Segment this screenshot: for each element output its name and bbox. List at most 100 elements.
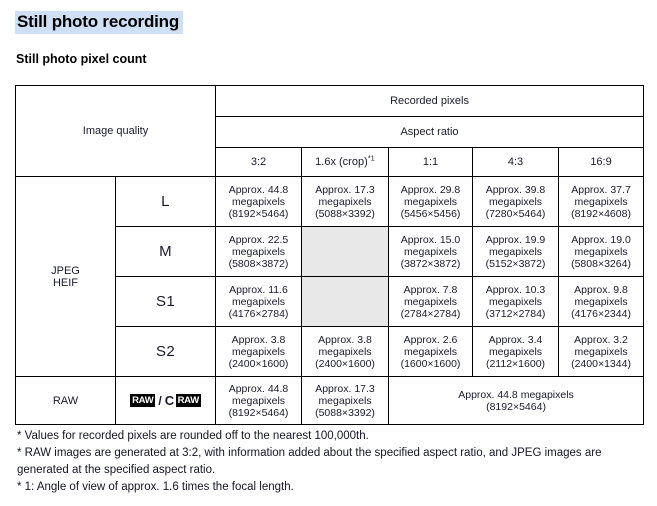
- mp-unit: megapixels: [318, 345, 372, 358]
- cell-m-4-3: Approx. 19.9 megapixels (5152×3872): [472, 226, 559, 277]
- mp-unit: megapixels: [403, 195, 458, 208]
- ratio-label: 4:3: [507, 156, 524, 168]
- header-ratio-1-6x-crop: 1.6x (crop)*1: [301, 147, 389, 177]
- mp-value: Approx. 39.8: [485, 183, 546, 196]
- cell-s2-16-9: Approx. 3.2 megapixels (2400×1344): [557, 326, 645, 377]
- mp-value: Approx. 29.8: [400, 183, 461, 196]
- mp-value: Approx. 11.6: [229, 283, 288, 296]
- cell-s2-4-3: Approx. 3.4 megapixels (2112×1600): [472, 326, 559, 377]
- footnotes: * Values for recorded pixels are rounded…: [17, 428, 642, 496]
- mp-unit: megapixels: [231, 195, 286, 208]
- mp-value: Approx. 3.8: [318, 333, 372, 346]
- cell-m-16-9: Approx. 19.0 megapixels (5808×3264): [557, 226, 645, 277]
- mp-unit: megapixels: [231, 245, 286, 258]
- mp-dims: (2400×1600): [315, 357, 375, 370]
- cell-l-3-2: Approx. 44.8 megapixels (8192×5464): [215, 176, 302, 227]
- cell-l-1-6x: Approx. 17.3 megapixels (5088×3392): [301, 176, 389, 227]
- cell-l-4-3: Approx. 39.8 megapixels (7280×5464): [472, 176, 559, 227]
- mp-value: Approx. 37.7: [571, 183, 631, 196]
- ratio-label: 16:9: [590, 156, 612, 168]
- cell-m-3-2: Approx. 22.5 megapixels (5808×3872): [215, 226, 302, 277]
- cell-l-16-9: Approx. 37.7 megapixels (8192×4608): [557, 176, 645, 227]
- mp-unit: megapixels: [574, 345, 628, 358]
- mp-unit: megapixels: [488, 295, 543, 308]
- footnote-marker: *1: [367, 153, 375, 163]
- ratio-label: 1.6x (crop): [315, 156, 368, 168]
- mp-value: Approx. 17.3: [315, 382, 375, 395]
- ratio-label: 3:2: [250, 156, 267, 168]
- table-row-raw: RAW RAW / C RAW Approx. 44.8 megapixels …: [15, 376, 645, 425]
- size-label-m: M: [115, 226, 216, 277]
- mp-dims: (2784×2784): [400, 307, 461, 320]
- mp-dims: (8192×5464): [228, 406, 289, 419]
- mp-unit: megapixels: [574, 245, 628, 258]
- mp-value: Approx. 19.9: [485, 233, 546, 246]
- craw-icon: RAW: [175, 394, 201, 407]
- header-ratio-1-1: 1:1: [388, 147, 473, 177]
- group-label-jpeg-heif: JPEG HEIF: [15, 176, 116, 377]
- mp-value: Approx. 44.8: [228, 183, 289, 196]
- cell-s1-4-3: Approx. 10.3 megapixels (3712×2784): [472, 276, 559, 327]
- size-label-s2: S2: [115, 326, 216, 377]
- mp-unit: megapixels: [488, 195, 543, 208]
- cell-raw-merged: Approx. 44.8 megapixels (8192×5464): [387, 376, 645, 425]
- header-ratio-16-9: 16:9: [557, 147, 645, 177]
- mp-value: Approx. 3.8: [231, 333, 286, 346]
- mp-value: Approx. 2.6: [403, 333, 458, 346]
- mp-dims: (5088×3392): [315, 207, 375, 220]
- cell-s1-1-1: Approx. 7.8 megapixels (2784×2784): [388, 276, 473, 327]
- ratio-label: 1:1: [422, 156, 439, 168]
- mp-dims: (2400×1600): [228, 357, 289, 370]
- group-label-line-1: JPEG: [51, 264, 80, 277]
- mp-dims: (3872×3872): [400, 257, 461, 270]
- cell-s1-3-2: Approx. 11.6 megapixels (4176×2784): [215, 276, 302, 327]
- mp-unit: megapixels: [231, 295, 286, 308]
- mp-value: Approx. 44.8: [228, 382, 289, 395]
- craw-c-letter: C: [164, 393, 174, 408]
- mp-unit: megapixels: [231, 345, 286, 358]
- mp-unit: megapixels: [403, 295, 458, 308]
- mp-dims: (5808×3264): [571, 257, 631, 270]
- mp-unit: megapixels: [574, 295, 628, 308]
- group-label-line-2: HEIF: [52, 276, 79, 289]
- mp-dims: (4176×2344): [571, 307, 631, 320]
- mp-value: Approx. 15.0: [400, 233, 461, 246]
- cell-raw-1-6x: Approx. 17.3 megapixels (5088×3392): [301, 376, 389, 425]
- mp-dims: (4176×2784): [228, 307, 289, 320]
- mp-value: Approx. 19.0: [571, 233, 631, 246]
- mp-dims: (5456×5456): [400, 207, 461, 220]
- raw-icon: RAW: [130, 394, 156, 407]
- mp-dims: (1600×1600): [400, 357, 461, 370]
- mp-unit: megapixels: [318, 195, 372, 208]
- mp-dims: (8192×4608): [571, 207, 631, 220]
- table-header-row-recorded: Image quality Recorded pixels: [15, 85, 645, 177]
- cell-l-1-1: Approx. 29.8 megapixels (5456×5456): [388, 176, 473, 227]
- table-row-jpeg-l: JPEG HEIF L Approx. 44.8 megapixels (819…: [15, 176, 645, 377]
- mp-unit: megapixels: [318, 394, 372, 407]
- size-label-l: L: [115, 176, 216, 227]
- mp-unit: megapixels: [403, 245, 458, 258]
- mp-dims: (5152×3872): [485, 257, 546, 270]
- header-image-quality: Image quality: [15, 85, 216, 177]
- mp-dims: (5088×3392): [315, 406, 375, 419]
- header-ratio-3-2: 3:2: [215, 147, 302, 177]
- cell-s2-3-2: Approx. 3.8 megapixels (2400×1600): [215, 326, 302, 377]
- mp-value: Approx. 44.8 megapixels: [458, 388, 574, 401]
- mp-dims: (2112×1600): [485, 357, 546, 370]
- mp-unit: megapixels: [574, 195, 628, 208]
- raw-format-badges: RAW / C RAW: [115, 376, 216, 425]
- header-recorded-pixels: Recorded pixels: [214, 85, 645, 117]
- mp-value: Approx. 3.4: [488, 333, 543, 346]
- section-title: Still photo pixel count: [16, 52, 147, 66]
- mp-dims: (8192×5464): [228, 207, 289, 220]
- group-label-raw: RAW: [15, 376, 116, 425]
- header-aspect-ratio: Aspect ratio: [214, 116, 645, 148]
- mp-dims: (2400×1344): [571, 357, 631, 370]
- mp-value: Approx. 9.8: [574, 283, 628, 296]
- cell-s2-1-1: Approx. 2.6 megapixels (1600×1600): [388, 326, 473, 377]
- cell-raw-3-2: Approx. 44.8 megapixels (8192×5464): [215, 376, 302, 425]
- cell-s1-16-9: Approx. 9.8 megapixels (4176×2344): [557, 276, 645, 327]
- cell-m-1-6x-empty: [301, 226, 389, 277]
- mp-unit: megapixels: [231, 394, 286, 407]
- mp-value: Approx. 22.5: [228, 233, 289, 246]
